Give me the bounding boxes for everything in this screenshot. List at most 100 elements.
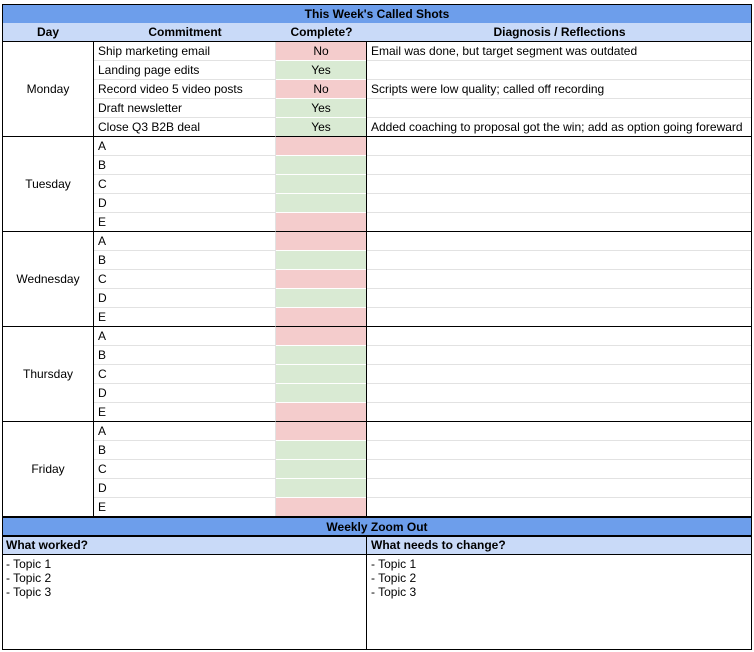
reflection-cell[interactable]: [367, 308, 751, 327]
day-label-monday[interactable]: Monday: [2, 42, 94, 137]
complete-status-cell[interactable]: [276, 422, 366, 441]
commitment-cell[interactable]: B: [94, 346, 276, 365]
header-complete[interactable]: Complete?: [276, 23, 367, 42]
reflection-cell[interactable]: [367, 403, 751, 422]
commitment-cell[interactable]: Record video 5 video posts: [94, 80, 276, 99]
worked-topic-2: - Topic 2: [6, 571, 52, 585]
commitment-cell[interactable]: C: [94, 365, 276, 384]
sheet-title[interactable]: This Week's Called Shots: [2, 4, 752, 24]
complete-status-cell[interactable]: No: [276, 42, 366, 61]
reflection-cell[interactable]: [367, 441, 751, 460]
commitment-cell[interactable]: E: [94, 498, 276, 517]
complete-status-cell[interactable]: [276, 365, 366, 384]
reflection-cell[interactable]: [367, 346, 751, 365]
commitment-cell[interactable]: A: [94, 137, 276, 156]
reflection-cell[interactable]: Email was done, but target segment was o…: [367, 42, 751, 61]
commitment-cell[interactable]: D: [94, 384, 276, 403]
reflection-cell[interactable]: [367, 175, 751, 194]
commitment-cell[interactable]: C: [94, 175, 276, 194]
reflection-cell[interactable]: [367, 460, 751, 479]
day-label-tuesday[interactable]: Tuesday: [2, 137, 94, 232]
day-column-divider: [93, 42, 94, 516]
change-topic-1: - Topic 1: [371, 557, 417, 571]
complete-status-cell[interactable]: [276, 156, 366, 175]
reflection-cell[interactable]: [367, 137, 751, 156]
complete-status-cell[interactable]: [276, 384, 366, 403]
commitment-cell[interactable]: E: [94, 213, 276, 232]
complete-status-cell[interactable]: [276, 498, 366, 517]
reflection-cell[interactable]: [367, 194, 751, 213]
complete-status-cell[interactable]: Yes: [276, 99, 366, 118]
zoom-title-bottom-border: [2, 536, 752, 537]
day-label-wednesday[interactable]: Wednesday: [2, 232, 94, 327]
commitment-cell[interactable]: D: [94, 289, 276, 308]
reflection-cell[interactable]: [367, 289, 751, 308]
commitment-cell[interactable]: Draft newsletter: [94, 99, 276, 118]
change-topic-3: - Topic 3: [371, 585, 417, 599]
reflection-cell[interactable]: [367, 384, 751, 403]
reflection-cell[interactable]: [367, 365, 751, 384]
commitment-cell[interactable]: Landing page edits: [94, 61, 276, 80]
complete-status-cell[interactable]: [276, 270, 366, 289]
complete-status-cell[interactable]: [276, 175, 366, 194]
complete-status-cell[interactable]: Yes: [276, 118, 366, 137]
reflection-cell[interactable]: [367, 99, 751, 118]
commitment-cell[interactable]: A: [94, 422, 276, 441]
complete-status-cell[interactable]: [276, 327, 366, 346]
commitment-cell[interactable]: B: [94, 156, 276, 175]
header-commitment[interactable]: Commitment: [94, 23, 276, 42]
worked-topic-1: - Topic 1: [6, 557, 52, 571]
complete-status-cell[interactable]: [276, 441, 366, 460]
what-needs-change-notes[interactable]: - Topic 1 - Topic 2 - Topic 3: [367, 555, 752, 650]
reflection-cell[interactable]: [367, 61, 751, 80]
complete-status-cell[interactable]: [276, 346, 366, 365]
outer-left-border: [2, 4, 3, 650]
reflection-cell[interactable]: [367, 232, 751, 251]
commitment-cell[interactable]: E: [94, 308, 276, 327]
what-worked-notes[interactable]: - Topic 1 - Topic 2 - Topic 3: [2, 555, 367, 650]
complete-status-cell[interactable]: [276, 479, 366, 498]
reflection-cell[interactable]: [367, 498, 751, 517]
commitment-cell[interactable]: Close Q3 B2B deal: [94, 118, 276, 137]
complete-status-cell[interactable]: [276, 213, 366, 232]
commitment-cell[interactable]: B: [94, 441, 276, 460]
complete-status-cell[interactable]: [276, 251, 366, 270]
commitment-cell[interactable]: A: [94, 232, 276, 251]
reflection-cell[interactable]: [367, 479, 751, 498]
commitment-cell[interactable]: B: [94, 251, 276, 270]
complete-status-cell[interactable]: [276, 460, 366, 479]
what-needs-change-header[interactable]: What needs to change?: [367, 536, 752, 555]
reflection-cell[interactable]: [367, 251, 751, 270]
commitment-cell[interactable]: C: [94, 270, 276, 289]
reflection-cell[interactable]: [367, 270, 751, 289]
complete-status-cell[interactable]: Yes: [276, 61, 366, 80]
complete-status-cell[interactable]: [276, 137, 366, 156]
complete-status-cell[interactable]: [276, 289, 366, 308]
reflection-cell[interactable]: [367, 327, 751, 346]
complete-status-cell[interactable]: [276, 403, 366, 422]
worked-topic-3: - Topic 3: [6, 585, 52, 599]
change-topic-2: - Topic 2: [371, 571, 417, 585]
day-label-thursday[interactable]: Thursday: [2, 327, 94, 422]
commitment-cell[interactable]: D: [94, 194, 276, 213]
commitment-cell[interactable]: D: [94, 479, 276, 498]
reflection-cell[interactable]: [367, 422, 751, 441]
header-reflections[interactable]: Diagnosis / Reflections: [367, 23, 752, 42]
commitment-cell[interactable]: E: [94, 403, 276, 422]
day-label-friday[interactable]: Friday: [2, 422, 94, 517]
reflection-cell[interactable]: Scripts were low quality; called off rec…: [367, 80, 751, 99]
commitment-cell[interactable]: A: [94, 327, 276, 346]
complete-status-cell[interactable]: [276, 308, 366, 327]
weekly-zoom-title[interactable]: Weekly Zoom Out: [2, 517, 752, 536]
commitment-cell[interactable]: C: [94, 460, 276, 479]
commitment-cell[interactable]: Ship marketing email: [94, 42, 276, 61]
header-day[interactable]: Day: [2, 23, 94, 42]
complete-status-cell[interactable]: No: [276, 80, 366, 99]
complete-status-cell[interactable]: [276, 194, 366, 213]
reflection-cell[interactable]: [367, 213, 751, 232]
complete-status-cell[interactable]: [276, 232, 366, 251]
reflection-cell[interactable]: [367, 156, 751, 175]
zoom-divider: [366, 536, 367, 650]
reflection-cell[interactable]: Added coaching to proposal got the win; …: [367, 118, 751, 137]
what-worked-header[interactable]: What worked?: [2, 536, 367, 555]
